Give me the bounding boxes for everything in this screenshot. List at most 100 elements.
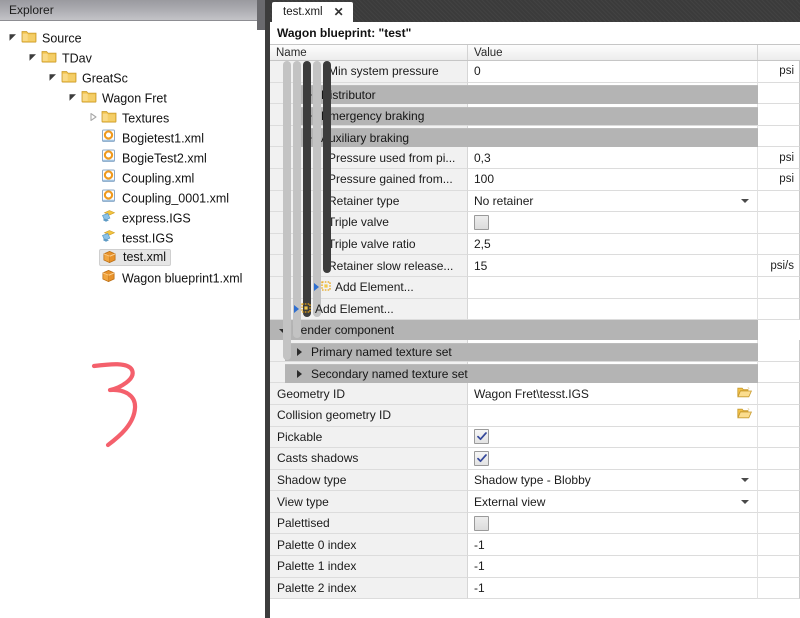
tree-item-greatsc[interactable]: GreatSc (0, 67, 257, 87)
property-name-cell[interactable]: View type (270, 491, 468, 513)
blueprint-title-text: Wagon blueprint: "test" (277, 26, 412, 40)
collapsible-section-header[interactable]: Secondary named texture set (285, 364, 758, 383)
chevron-down-icon[interactable] (741, 477, 749, 482)
tree-item-wrapper[interactable]: express.IGS (100, 208, 191, 226)
tree-item-wrapper[interactable]: TDav (40, 48, 92, 66)
property-value-cell[interactable]: -1 (468, 556, 758, 578)
property-row: Shadow type Shadow type - Blobby (270, 469, 800, 492)
property-name-cell[interactable]: Palette 0 index (270, 534, 468, 557)
property-value-cell[interactable]: No retainer (468, 190, 758, 213)
property-name-cell[interactable]: Casts shadows (270, 448, 468, 470)
property-value-cell[interactable]: 100 (468, 168, 758, 191)
property-value-cell[interactable]: -1 (468, 577, 758, 600)
checkbox[interactable] (474, 429, 489, 445)
column-header-value[interactable]: Value (468, 45, 758, 60)
add-element-button[interactable]: Add Element... (314, 280, 414, 294)
tree-item-wrapper[interactable]: Textures (100, 108, 169, 126)
tree-item-selected-wrapper[interactable]: test.xml (99, 248, 172, 266)
property-name-cell[interactable]: Palettised (270, 512, 468, 535)
twistie-spacer (86, 150, 100, 164)
twistie-expanded-icon[interactable] (66, 90, 80, 104)
chevron-right-icon[interactable] (297, 348, 302, 357)
tree-item-wrapper[interactable]: Bogietest1.xml (100, 128, 204, 146)
tree-item-wagon-blueprint1-xml[interactable]: Wagon blueprint1.xml (0, 267, 257, 287)
tree-item-wrapper[interactable]: GreatSc (60, 68, 128, 86)
column-header-name[interactable]: Name (270, 45, 468, 60)
checkbox[interactable] (474, 450, 489, 466)
collapsible-section-header[interactable]: Primary named texture set (285, 342, 758, 362)
tree-item-wrapper[interactable]: tesst.IGS (100, 228, 173, 246)
collapsible-section-header[interactable]: Distributor (295, 85, 758, 104)
editor-panel: test.xml ✕ Wagon blueprint: "test" Name … (270, 0, 800, 618)
render-component-header[interactable]: Render component (270, 320, 758, 341)
tree-item-express-igs[interactable]: express.IGS (0, 207, 257, 227)
section-row-background (758, 361, 800, 384)
tree-item-textures[interactable]: Textures (0, 107, 257, 127)
twistie-collapsed-icon[interactable] (86, 110, 100, 124)
property-value-cell[interactable]: Wagon Fret\tesst.IGS (468, 383, 758, 405)
property-value-cell[interactable]: External view (468, 491, 758, 513)
tree-item-coupling-0001-xml[interactable]: Coupling_0001.xml (0, 187, 257, 207)
tree-item-tdav[interactable]: TDav (0, 47, 257, 67)
checkbox[interactable] (474, 515, 489, 531)
twistie-expanded-icon[interactable] (26, 50, 40, 64)
folder-browse-icon[interactable] (737, 407, 753, 423)
property-value-text: Shadow type - Blobby (474, 472, 591, 487)
property-value-cell[interactable] (468, 448, 758, 470)
property-value-text: -1 (474, 537, 485, 552)
collapsible-section-header[interactable]: Auxiliary braking (295, 128, 758, 147)
collapsible-section-header[interactable]: Emergency braking (295, 106, 758, 126)
property-name-cell[interactable]: Palette 1 index (270, 556, 468, 578)
chevron-right-icon[interactable] (294, 304, 299, 313)
tree-item-wrapper[interactable]: Coupling_0001.xml (100, 188, 229, 206)
property-value-cell[interactable] (468, 212, 758, 234)
property-value-cell[interactable]: 0,3 (468, 147, 758, 169)
property-name-label: Palette 2 index (277, 580, 357, 595)
tree-item-tesst-igs[interactable]: tesst.IGS (0, 227, 257, 247)
add-element-row[interactable]: Add Element... (270, 276, 800, 299)
property-value-cell[interactable]: 15 (468, 255, 758, 277)
tree-item-bogietest2-xml[interactable]: BogieTest2.xml (0, 147, 257, 167)
chevron-down-icon[interactable] (741, 499, 749, 504)
tree-item-wagon-fret[interactable]: Wagon Fret (0, 87, 257, 107)
twistie-expanded-icon[interactable] (46, 70, 60, 84)
twistie-expanded-icon[interactable] (6, 30, 20, 44)
column-header-unit[interactable] (758, 45, 800, 60)
property-name-cell[interactable]: Collision geometry ID (270, 404, 468, 427)
tab-test-xml[interactable]: test.xml ✕ (272, 2, 353, 22)
chevron-right-icon[interactable] (314, 283, 319, 292)
folder-browse-icon[interactable] (737, 386, 753, 402)
property-name-cell[interactable]: Palette 2 index (270, 577, 468, 600)
tree-item-coupling-xml[interactable]: Coupling.xml (0, 167, 257, 187)
property-value-cell[interactable]: 0 (468, 61, 758, 83)
tree-item-bogietest1-xml[interactable]: Bogietest1.xml (0, 127, 257, 147)
tree-item-wrapper[interactable]: BogieTest2.xml (100, 148, 207, 166)
property-name-cell[interactable]: Shadow type (270, 469, 468, 492)
tree-item-wrapper[interactable]: Wagon Fret (80, 88, 167, 106)
property-value-cell[interactable] (468, 404, 758, 427)
tree-item-source[interactable]: Source (0, 27, 257, 47)
add-element-row[interactable]: Add Element... (270, 298, 800, 321)
tree-item-wrapper[interactable]: Coupling.xml (100, 168, 194, 186)
property-value-cell[interactable]: -1 (468, 534, 758, 557)
add-element-button[interactable]: Add Element... (294, 302, 394, 316)
tree-item-wrapper[interactable]: Source (20, 28, 82, 46)
chevron-down-icon[interactable] (741, 198, 749, 203)
property-name-cell[interactable]: Geometry ID (270, 383, 468, 405)
property-value-cell[interactable] (468, 512, 758, 535)
property-value-cell[interactable]: 2,5 (468, 233, 758, 256)
property-name-cell[interactable]: Pickable (270, 426, 468, 449)
property-value-cell[interactable] (468, 426, 758, 449)
property-unit-cell (758, 556, 800, 578)
tree-item-wrapper[interactable]: Wagon blueprint1.xml (100, 268, 242, 286)
close-icon[interactable]: ✕ (334, 6, 344, 18)
explorer-panel-header: Explorer (0, 0, 257, 21)
property-name-label: Triple valve ratio (328, 237, 416, 252)
file-tree[interactable]: Source TDav GreatSc Wagon Fret Textures Bogie… (0, 21, 257, 287)
chevron-right-icon[interactable] (297, 369, 302, 378)
checkbox[interactable] (474, 214, 489, 230)
twistie-spacer (86, 130, 100, 144)
property-value-cell[interactable]: Shadow type - Blobby (468, 469, 758, 492)
xml-file-icon (100, 168, 117, 183)
tree-item-test-xml[interactable]: test.xml (0, 247, 257, 267)
